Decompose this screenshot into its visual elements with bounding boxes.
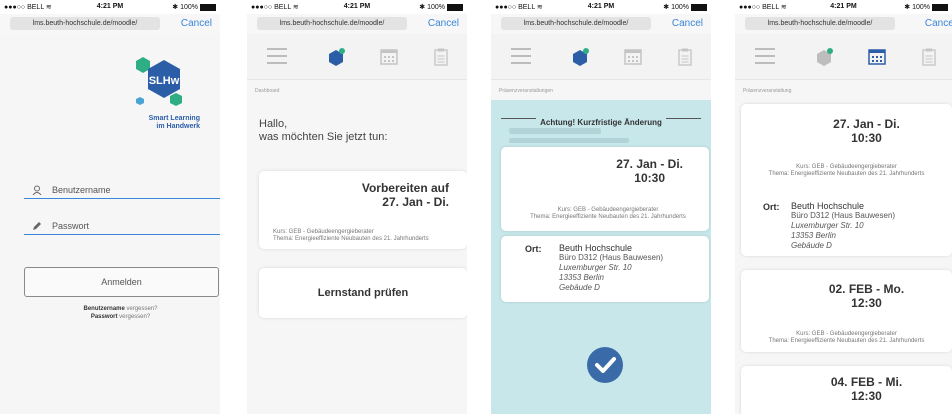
dashboard-hex-icon[interactable] xyxy=(327,48,345,68)
change-banner-text: Achtung! Kurzfristige Änderung xyxy=(536,118,666,127)
event-date: 04. FEB - Mi. 12:30 xyxy=(830,375,903,403)
menu-icon[interactable] xyxy=(267,48,287,69)
event-date: 02. FEB - Mo. 12:30 xyxy=(828,282,905,310)
status-bar: ●●●○○ BELL ≋ 4:21 PM ✱ 100% xyxy=(491,0,711,14)
url-field[interactable]: lms.beuth-hochschule.de/moodle/ xyxy=(257,17,407,30)
url-field[interactable]: lms.beuth-hochschule.de/moodle/ xyxy=(501,17,651,30)
logo-hexagons-icon: SLHw xyxy=(136,57,182,106)
battery-icon xyxy=(200,3,216,11)
prepare-card-info: Kurs: GEB - Gebäudeengergieberater Thema… xyxy=(273,229,429,242)
location-card: Ort: Beuth Hochschule Büro D312 (Haus Ba… xyxy=(501,236,709,302)
battery-icon xyxy=(932,3,948,11)
dashboard-hex-icon[interactable] xyxy=(571,48,589,68)
calendar-icon[interactable] xyxy=(868,48,886,65)
notes-icon[interactable] xyxy=(434,48,448,66)
battery-indicator: ✱ 100% xyxy=(904,3,948,11)
breadcrumb: Dashboard xyxy=(255,88,280,94)
greeting: Hallo, was möchten Sie jetzt tun: xyxy=(259,118,388,143)
event-card[interactable]: 27. Jan - Di. 10:30 Kurs: GEB - Gebäudee… xyxy=(741,104,952,256)
breadcrumb: Präsenzveranstaltungen xyxy=(499,88,553,94)
app-toolbar xyxy=(491,34,711,80)
browser-bar: lms.beuth-hochschule.de/moodle/ Cancel xyxy=(247,14,467,34)
cancel-button[interactable]: Cancel xyxy=(925,18,952,29)
battery-indicator: ✱ 100% xyxy=(663,3,707,11)
svg-text:SLHw: SLHw xyxy=(149,75,180,87)
event-date: 27. Jan - Di. 10:30 xyxy=(833,117,900,145)
login-button[interactable]: Anmelden xyxy=(24,267,219,297)
login-screen: ●●●○○ BELL ≋ 4:21 PM ✱ 100% lms.beuth-ho… xyxy=(0,0,220,414)
location-address: Beuth Hochschule Büro D312 (Haus Bauwese… xyxy=(791,201,896,250)
logo-subtitle: Smart Learning im Handwerk xyxy=(148,115,200,130)
app-toolbar xyxy=(247,34,467,80)
bluetooth-icon: ✱ xyxy=(663,4,670,11)
browser-bar: lms.beuth-hochschule.de/moodle/ Cancel xyxy=(735,14,952,34)
event-date-card[interactable]: 27. Jan - Di. 10:30 Kurs: GEB - Gebäudee… xyxy=(501,147,709,231)
cancel-button[interactable]: Cancel xyxy=(672,18,703,29)
forgot-username-link[interactable]: Benutzername vergessen? xyxy=(24,305,217,313)
events-screen: ●●●○○ BELL ≋ 4:21 PM ✱ 100% lms.beuth-ho… xyxy=(735,0,952,414)
url-field[interactable]: lms.beuth-hochschule.de/moodle/ xyxy=(745,17,895,30)
dashboard-hex-icon[interactable] xyxy=(815,48,833,68)
slhw-logo: SLHw Smart Learning im Handwerk xyxy=(110,55,210,145)
password-field[interactable]: Passwort xyxy=(24,218,220,235)
menu-icon[interactable] xyxy=(511,48,531,69)
notes-icon[interactable] xyxy=(922,48,936,66)
progress-card[interactable]: Lernstand prüfen xyxy=(259,268,467,318)
browser-bar: lms.beuth-hochschule.de/moodle/ Cancel xyxy=(0,14,220,34)
location-label: Ort: xyxy=(525,244,542,254)
confirm-button[interactable] xyxy=(587,347,623,383)
password-placeholder: Passwort xyxy=(52,221,90,231)
forgot-links: Benutzername vergessen? Passwort vergess… xyxy=(24,305,217,321)
username-placeholder: Benutzername xyxy=(52,185,111,195)
forgot-password-link[interactable]: Passwort vergessen? xyxy=(24,313,217,321)
notes-icon[interactable] xyxy=(678,48,692,66)
cancel-button[interactable]: Cancel xyxy=(428,18,459,29)
battery-icon xyxy=(691,3,707,11)
calendar-icon[interactable] xyxy=(380,48,398,65)
breadcrumb: Präsenzveranstaltung xyxy=(743,88,792,94)
browser-bar: lms.beuth-hochschule.de/moodle/ Cancel xyxy=(491,14,711,34)
change-notice-screen: ●●●○○ BELL ≋ 4:21 PM ✱ 100% lms.beuth-ho… xyxy=(491,0,711,414)
status-bar: ●●●○○ BELL ≋ 4:21 PM ✱ 100% xyxy=(735,0,952,14)
change-banner: Achtung! Kurzfristige Änderung xyxy=(501,112,701,127)
battery-indicator: ✱ 100% xyxy=(172,3,216,11)
login-button-label: Anmelden xyxy=(101,277,142,287)
status-bar: ●●●○○ BELL ≋ 4:21 PM ✱ 100% xyxy=(247,0,467,14)
event-info: Kurs: GEB - Gebäudeengergieberater Thema… xyxy=(768,164,925,177)
bluetooth-icon: ✱ xyxy=(419,4,426,11)
app-toolbar xyxy=(735,34,952,80)
pencil-icon xyxy=(33,222,41,230)
event-card[interactable]: 02. FEB - Mo. 12:30 Kurs: GEB - Gebäudee… xyxy=(741,270,952,352)
dashboard-screen: ●●●○○ BELL ≋ 4:21 PM ✱ 100% lms.beuth-ho… xyxy=(247,0,467,414)
url-field[interactable]: lms.beuth-hochschule.de/moodle/ xyxy=(10,17,160,30)
prepare-card[interactable]: Vorbereiten auf 27. Jan - Di. Kurs: GEB … xyxy=(259,171,467,249)
checkmark-icon xyxy=(595,357,616,373)
prepare-card-title: Vorbereiten auf 27. Jan - Di. xyxy=(361,181,449,209)
battery-icon xyxy=(447,3,463,11)
bluetooth-icon: ✱ xyxy=(904,4,911,11)
user-icon xyxy=(32,185,42,195)
event-info: Kurs: GEB - Gebäudeengergieberater Thema… xyxy=(768,331,925,344)
blurred-text xyxy=(509,138,629,143)
blurred-text xyxy=(509,128,601,134)
username-field[interactable]: Benutzername xyxy=(24,182,220,199)
progress-card-title: Lernstand prüfen xyxy=(317,287,409,299)
event-info: Kurs: GEB - Gebäudeengergieberater Thema… xyxy=(530,207,686,220)
status-bar: ●●●○○ BELL ≋ 4:21 PM ✱ 100% xyxy=(0,0,220,14)
battery-indicator: ✱ 100% xyxy=(419,3,463,11)
location-label: Ort: xyxy=(763,202,780,212)
event-date: 27. Jan - Di. 10:30 xyxy=(616,157,683,185)
calendar-icon[interactable] xyxy=(624,48,642,65)
event-card[interactable]: 04. FEB - Mi. 12:30 xyxy=(741,366,952,414)
cancel-button[interactable]: Cancel xyxy=(181,18,212,29)
bluetooth-icon: ✱ xyxy=(172,4,179,11)
location-address: Beuth Hochschule Büro D312 (Haus Bauwese… xyxy=(559,243,664,292)
menu-icon[interactable] xyxy=(755,48,775,69)
